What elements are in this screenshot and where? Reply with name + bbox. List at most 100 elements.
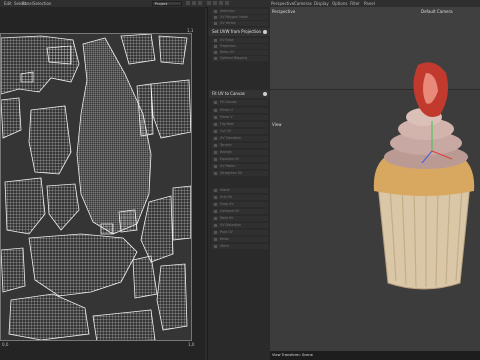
uv-island: [132, 255, 158, 299]
command-row[interactable]: Cut UV: [212, 129, 268, 134]
uv-canvas[interactable]: [0, 33, 192, 341]
command-label: Projection: [220, 44, 236, 48]
gear-icon[interactable]: [263, 30, 267, 34]
command-row[interactable]: Optimal Mapping: [212, 56, 268, 61]
command-icon: [214, 224, 217, 227]
menu-display[interactable]: Display: [314, 1, 329, 6]
command-label: Fit Canvas: [220, 100, 237, 104]
command-row[interactable]: UV Transform: [212, 136, 268, 141]
tool-icon[interactable]: [225, 1, 229, 5]
command-icon: [214, 101, 217, 104]
command-row[interactable]: Mirror V: [212, 115, 268, 120]
command-row[interactable]: UV Vertex: [212, 21, 268, 26]
menu-panel[interactable]: Panel: [22, 1, 33, 6]
command-row[interactable]: Mirror U: [212, 108, 268, 113]
menu-filter[interactable]: Filter: [350, 1, 360, 6]
section-fit-uv[interactable]: Fit UV to Canvas: [209, 90, 269, 98]
uv-island: [28, 233, 138, 297]
command-icon: [214, 57, 217, 60]
command-icon: [214, 137, 217, 140]
command-icon: [214, 210, 217, 213]
command-icon: [214, 109, 217, 112]
uv-axis-label-bottom: 0,0: [2, 342, 9, 347]
tool-icon[interactable]: [186, 1, 190, 5]
command-label: Island: [220, 188, 230, 192]
uv-island: [158, 35, 188, 65]
command-icon: [214, 238, 217, 241]
menu-selection[interactable]: Selection: [33, 1, 51, 6]
command-row[interactable]: Snap UV: [212, 202, 268, 207]
command-label: Relax: [220, 237, 229, 241]
command-label: Relax UV: [220, 50, 235, 54]
command-label: Stitch: [220, 244, 230, 248]
command-row[interactable]: Equalize UV: [212, 157, 268, 162]
command-row[interactable]: UV Polygon Mode: [212, 15, 268, 20]
tool-icon[interactable]: [213, 1, 217, 5]
command-row[interactable]: Flip Both: [212, 122, 268, 127]
command-row[interactable]: Selection: [212, 9, 268, 14]
command-row[interactable]: Weld UV: [212, 216, 268, 221]
command-label: UV Distortion: [220, 223, 242, 227]
menu-cameras[interactable]: Cameras: [294, 1, 312, 6]
command-icon: [214, 16, 217, 19]
tool-icon[interactable]: [207, 1, 211, 5]
command-label: UV Edge: [220, 38, 234, 42]
section-set-uvw[interactable]: Set UVW from Projection: [209, 28, 269, 36]
uv-island: [1, 97, 22, 139]
command-icon: [214, 116, 217, 119]
command-row[interactable]: Pack UV: [212, 230, 268, 235]
command-row[interactable]: Realign: [212, 150, 268, 155]
camera-label[interactable]: Default Camera: [421, 9, 453, 14]
projection-dropdown[interactable]: Project: [152, 1, 182, 6]
uv-island: [76, 37, 152, 235]
command-label: Selection: [220, 9, 235, 13]
command-row[interactable]: Straighten UV: [212, 171, 268, 176]
command-label: Mirror V: [220, 115, 233, 119]
uv-island: [120, 34, 156, 65]
command-icon: [214, 165, 217, 168]
command-label: Equalize UV: [220, 157, 239, 161]
command-row[interactable]: UV Distortion: [212, 223, 268, 228]
uv-island: [100, 223, 114, 235]
menu-options[interactable]: Options: [332, 1, 347, 6]
command-icon: [214, 217, 217, 220]
tool-icon[interactable]: [192, 1, 196, 5]
uv-island: [4, 177, 46, 235]
command-icon: [214, 196, 217, 199]
command-label: UV Transform: [220, 136, 242, 140]
menu-panel-viewport[interactable]: Panel: [364, 1, 375, 6]
command-label: Flip Both: [220, 122, 235, 126]
uv-island: [140, 195, 174, 263]
command-row[interactable]: Relax UV: [212, 50, 268, 55]
command-label: Collapse UV: [220, 209, 240, 213]
uv-axis-label-bottom-right: 1,0: [188, 342, 195, 347]
3d-viewport[interactable]: Perspective Default Camera View View Tra…: [270, 7, 480, 360]
command-icon: [214, 22, 217, 25]
section-title: Set UVW from Projection: [212, 29, 262, 34]
uv-island: [8, 293, 90, 340]
command-row[interactable]: Projection: [212, 44, 268, 49]
command-icon: [214, 144, 217, 147]
command-row[interactable]: Collapse UV: [212, 209, 268, 214]
command-row[interactable]: Fit Canvas: [212, 100, 268, 105]
menu-perspective[interactable]: Perspective: [271, 1, 294, 6]
command-icon: [214, 130, 217, 133]
uv-island: [1, 247, 26, 293]
command-row[interactable]: Relax: [212, 237, 268, 242]
uv-editor-panel: 1,1 0,0 1,0: [0, 7, 205, 360]
command-row[interactable]: Terrace: [212, 143, 268, 148]
command-row[interactable]: Stitch: [212, 244, 268, 249]
uv-islands: [1, 34, 191, 340]
uv-commands-panel: Selection UV Polygon Mode UV Vertex Set …: [207, 7, 271, 360]
cupcake-model[interactable]: [370, 51, 478, 301]
gear-icon[interactable]: [263, 92, 267, 96]
command-row[interactable]: Island: [212, 188, 268, 193]
command-row[interactable]: UV Edge: [212, 38, 268, 43]
uv-island: [156, 263, 188, 331]
command-label: Realign: [220, 150, 232, 154]
tool-icon[interactable]: [198, 1, 202, 5]
tool-icon[interactable]: [219, 1, 223, 5]
menu-edit[interactable]: Edit: [4, 1, 12, 6]
command-row[interactable]: Grid UV: [212, 195, 268, 200]
command-row[interactable]: UV Peeler: [212, 164, 268, 169]
